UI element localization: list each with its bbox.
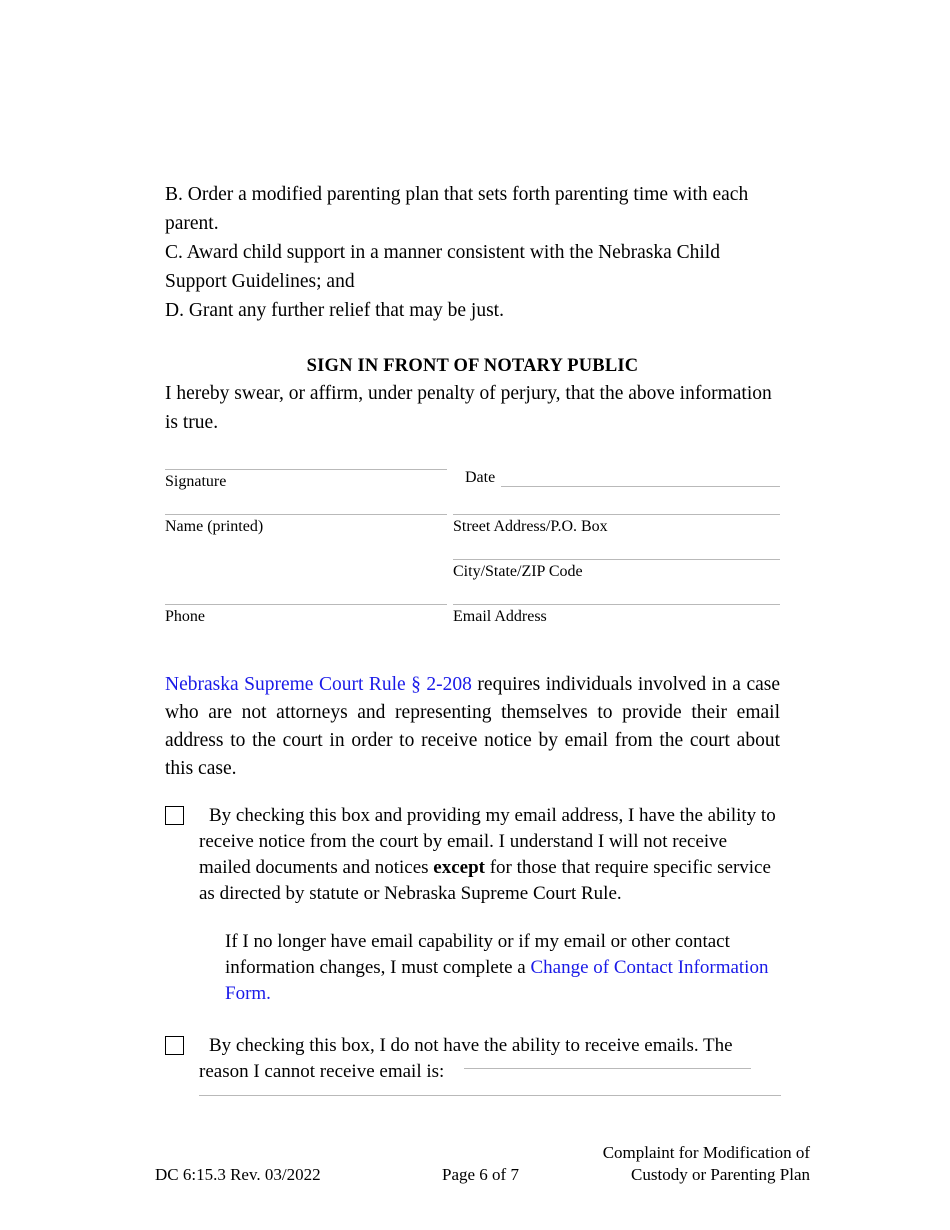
signature-contact-form: Signature Date Name (printed) Street Add… xyxy=(165,469,780,649)
document-content: B. Order a modified parenting plan that … xyxy=(165,180,781,1096)
form-row-city-state-zip: City/State/ZIP Code xyxy=(165,559,780,604)
phone-field[interactable]: Phone xyxy=(165,604,447,627)
street-address-field[interactable]: Street Address/P.O. Box xyxy=(453,514,780,537)
footer-title-line-2: Custody or Parenting Plan xyxy=(631,1165,810,1184)
street-address-label: Street Address/P.O. Box xyxy=(453,518,608,535)
signature-label: Signature xyxy=(165,473,227,490)
page-footer: DC 6:15.3 Rev. 03/2022 Page 6 of 7 Compl… xyxy=(155,1130,810,1186)
date-line[interactable] xyxy=(501,486,780,487)
email-address-label: Email Address xyxy=(453,608,547,625)
form-row-name-street: Name (printed) Street Address/P.O. Box xyxy=(165,514,780,559)
footer-page-number: Page 6 of 7 xyxy=(442,1165,519,1184)
no-email-checkbox-block: By checking this box, I do not have the … xyxy=(165,1033,781,1096)
relief-item-c: C. Award child support in a manner consi… xyxy=(165,242,720,292)
date-label: Date xyxy=(465,469,496,486)
email-consent-checkbox-block: By checking this box and providing my em… xyxy=(165,803,780,907)
document-page: B. Order a modified parenting plan that … xyxy=(0,0,950,1230)
email-consent-checkbox[interactable] xyxy=(165,805,184,825)
city-state-zip-label: City/State/ZIP Code xyxy=(453,563,583,580)
name-printed-label: Name (printed) xyxy=(165,518,264,535)
date-field[interactable]: Date xyxy=(453,469,780,487)
nebraska-supreme-court-rule-link[interactable]: Nebraska Supreme Court Rule § 2-208 xyxy=(165,674,472,695)
no-email-text: By checking this box, I do not have the … xyxy=(199,1034,733,1082)
signature-field[interactable]: Signature xyxy=(165,469,447,492)
no-email-checkbox[interactable] xyxy=(165,1035,184,1055)
relief-item-b: B. Order a modified parenting plan that … xyxy=(165,184,749,234)
blank-spacer-cell xyxy=(165,559,447,581)
footer-document-title: Complaint for Modification of Custody or… xyxy=(603,1142,810,1186)
phone-label: Phone xyxy=(165,608,205,625)
sworn-statement: I hereby swear, or affirm, under penalty… xyxy=(165,383,772,433)
form-row-phone-email: Phone Email Address xyxy=(165,604,780,649)
date-row: Date xyxy=(453,469,780,487)
form-row-signature-date: Signature Date xyxy=(165,469,780,514)
change-of-contact-paragraph: If I no longer have email capability or … xyxy=(225,929,770,1007)
email-consent-bold-except: except xyxy=(433,856,485,878)
footer-title-line-1: Complaint for Modification of xyxy=(602,1143,810,1162)
name-printed-field[interactable]: Name (printed) xyxy=(165,514,447,537)
rule-2-208-paragraph: Nebraska Supreme Court Rule § 2-208 requ… xyxy=(165,671,780,783)
relief-item-d: D. Grant any further relief that may be … xyxy=(165,300,504,321)
city-state-zip-field[interactable]: City/State/ZIP Code xyxy=(453,559,780,582)
email-address-field[interactable]: Email Address xyxy=(453,604,780,627)
reason-fill-in-line[interactable] xyxy=(464,1067,751,1069)
notary-section-heading: SIGN IN FRONT OF NOTARY PUBLIC xyxy=(306,356,639,376)
footer-form-number: DC 6:15.3 Rev. 03/2022 xyxy=(155,1165,321,1184)
reason-continuation-line[interactable] xyxy=(199,1094,781,1096)
